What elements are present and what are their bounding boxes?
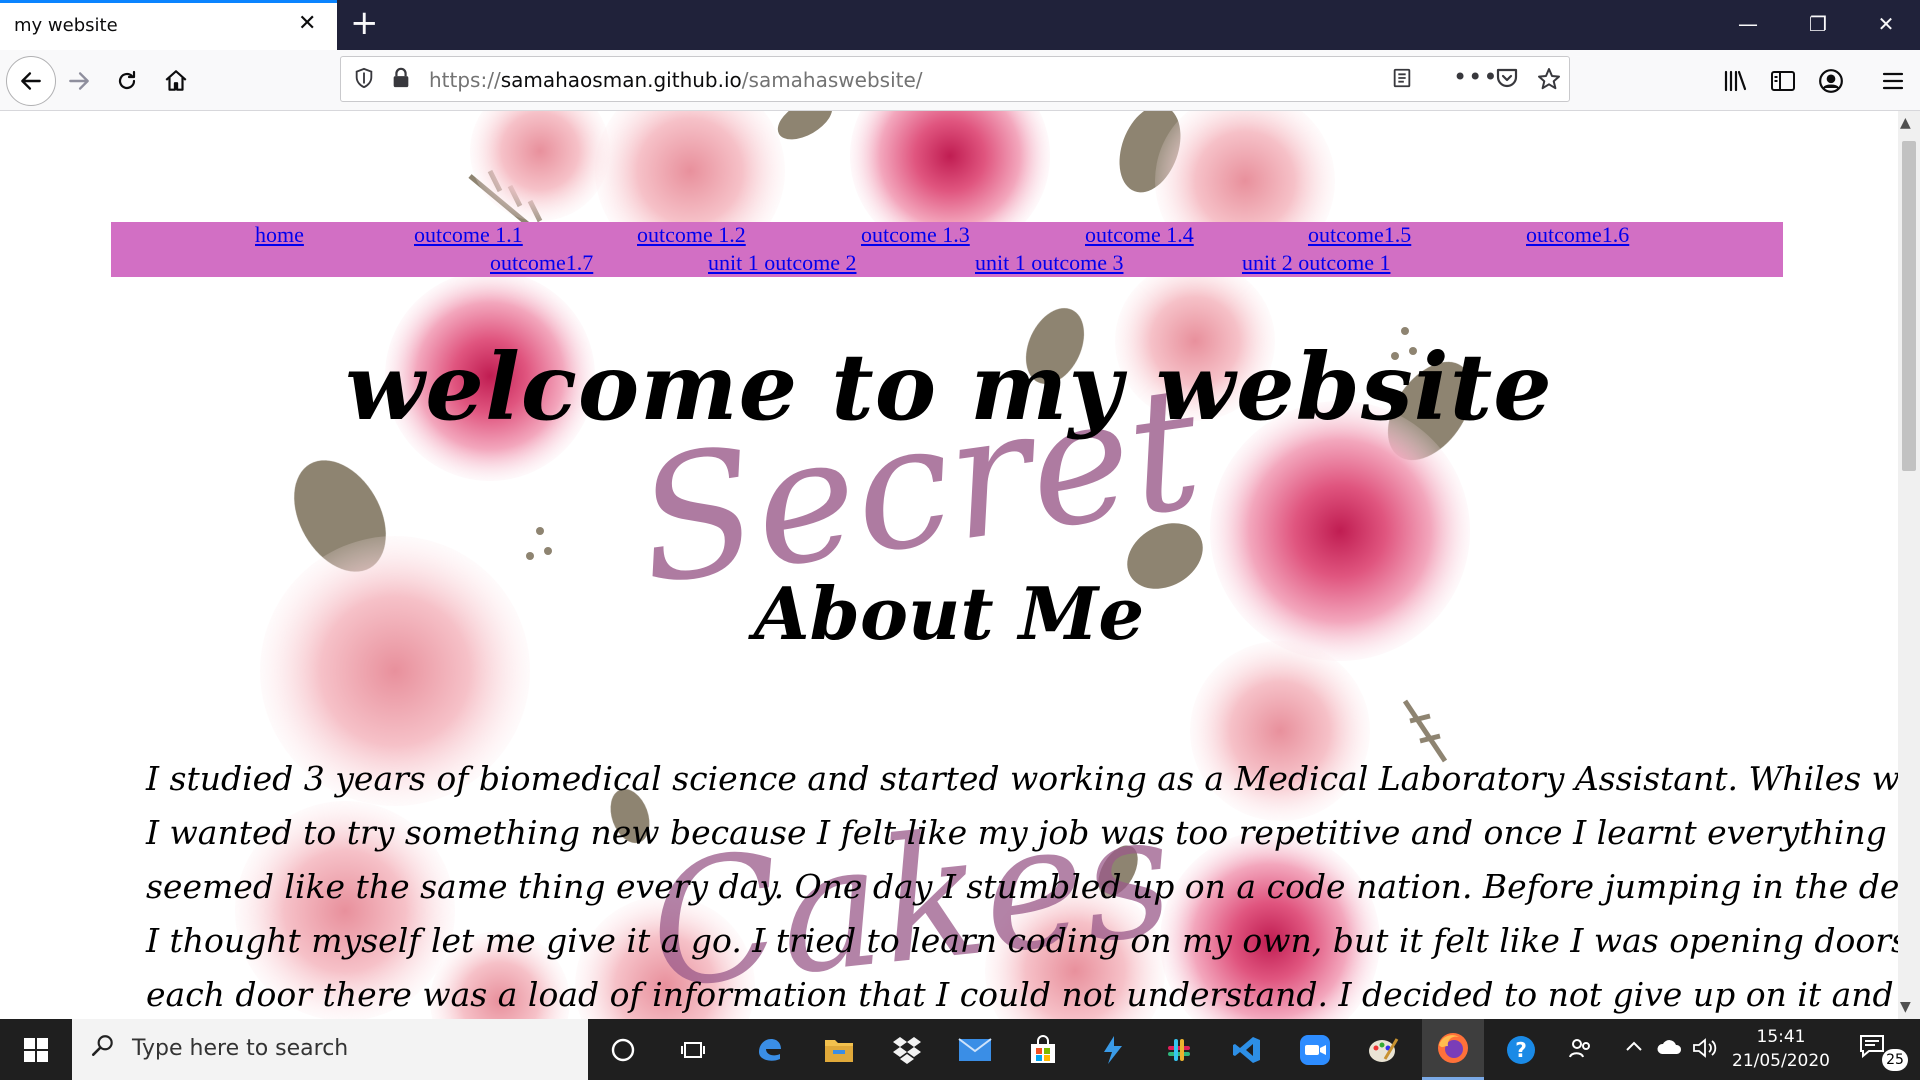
vscode-icon[interactable] bbox=[1226, 1029, 1268, 1071]
scroll-thumb[interactable] bbox=[1902, 141, 1916, 471]
page-title: welcome to my website bbox=[345, 333, 1553, 441]
minimize-button[interactable]: — bbox=[1718, 12, 1778, 36]
tab-title: my website bbox=[14, 15, 118, 36]
svg-text:?: ? bbox=[1515, 1038, 1527, 1062]
scroll-up-icon[interactable]: ▲ bbox=[1900, 115, 1911, 131]
restore-button[interactable]: ❐ bbox=[1788, 12, 1848, 36]
scroll-down-icon[interactable]: ▼ bbox=[1900, 999, 1911, 1015]
tab-my-website[interactable]: my website ✕ bbox=[0, 0, 337, 50]
tab-strip: my website ✕ + — ❐ ✕ bbox=[0, 0, 1920, 50]
paragraph-line: each door there was a load of informatio… bbox=[146, 975, 1898, 1014]
taskbar-firefox-active[interactable] bbox=[1422, 1019, 1484, 1080]
paragraph-line: I thought myself let me give it a go. I … bbox=[146, 921, 1898, 960]
slack-icon[interactable] bbox=[1158, 1029, 1200, 1071]
windows-logo-icon bbox=[24, 1037, 48, 1062]
back-icon bbox=[21, 72, 41, 90]
navigation-toolbar: https://samahaosman.github.io/samahasweb… bbox=[0, 50, 1920, 111]
tab-close-icon[interactable]: ✕ bbox=[298, 13, 316, 35]
about-heading: About Me bbox=[753, 571, 1145, 656]
home-icon bbox=[165, 70, 187, 91]
firefox-icon bbox=[1438, 1033, 1468, 1063]
people-icon[interactable] bbox=[1568, 1037, 1594, 1066]
more-icon[interactable]: ••• bbox=[1453, 63, 1498, 91]
search-icon bbox=[91, 1035, 113, 1056]
close-window-button[interactable]: ✕ bbox=[1856, 12, 1916, 36]
mail-icon[interactable] bbox=[954, 1029, 996, 1071]
back-button[interactable] bbox=[6, 56, 56, 106]
forward-icon bbox=[69, 72, 89, 90]
app-menu-button[interactable] bbox=[1870, 58, 1916, 104]
cortana-icon[interactable] bbox=[602, 1029, 644, 1071]
task-view-icon[interactable] bbox=[672, 1029, 714, 1071]
pocket-icon[interactable] bbox=[1495, 67, 1519, 94]
start-button[interactable] bbox=[0, 1019, 72, 1080]
about-paragraph: I studied 3 years of biomedical science … bbox=[146, 752, 1898, 1019]
file-explorer-icon[interactable] bbox=[818, 1029, 860, 1071]
nav-link-outcome-1-6[interactable]: outcome1.6 bbox=[1526, 222, 1629, 248]
nav-link-unit-1-outcome-2[interactable]: unit 1 outcome 2 bbox=[708, 250, 856, 276]
nav-link-unit-1-outcome-3[interactable]: unit 1 outcome 3 bbox=[975, 250, 1123, 276]
lock-icon[interactable] bbox=[391, 67, 411, 94]
windows-taskbar: Type here to search ? 15:41 21/05/2020 2… bbox=[0, 1019, 1920, 1080]
nav-link-outcome-1-7[interactable]: outcome1.7 bbox=[490, 250, 593, 276]
forward-button[interactable] bbox=[56, 58, 102, 104]
new-tab-button[interactable]: + bbox=[350, 6, 379, 40]
reload-icon bbox=[118, 70, 136, 90]
system-clock[interactable]: 15:41 21/05/2020 bbox=[1726, 1025, 1836, 1073]
page-viewport: Secret Cakes home outcome 1.1 outcome 1.… bbox=[0, 111, 1898, 1019]
zoom-icon[interactable] bbox=[1294, 1029, 1336, 1071]
taskbar-search-box[interactable]: Type here to search bbox=[72, 1019, 588, 1080]
nav-link-outcome-1-4[interactable]: outcome 1.4 bbox=[1085, 222, 1194, 248]
url-text[interactable]: https://samahaosman.github.io/samahasweb… bbox=[429, 68, 923, 92]
paragraph-line: I wanted to try something new because I … bbox=[146, 813, 1898, 852]
paint-icon[interactable] bbox=[1362, 1029, 1404, 1071]
show-hidden-icons-icon[interactable] bbox=[1624, 1037, 1644, 1062]
paragraph-line: I studied 3 years of biomedical science … bbox=[146, 759, 1898, 798]
account-icon bbox=[1819, 69, 1843, 93]
nav-link-outcome-1-5[interactable]: outcome1.5 bbox=[1308, 222, 1411, 248]
dropbox-icon[interactable] bbox=[886, 1029, 928, 1071]
home-button[interactable] bbox=[153, 58, 199, 104]
paragraph-line: seemed like the same thing every day. On… bbox=[146, 867, 1898, 906]
help-icon[interactable]: ? bbox=[1500, 1029, 1542, 1071]
menu-icon bbox=[1882, 72, 1904, 90]
reader-view-icon[interactable] bbox=[1391, 67, 1413, 94]
notification-count-badge: 25 bbox=[1882, 1049, 1908, 1071]
onedrive-icon[interactable] bbox=[1656, 1037, 1684, 1062]
account-button[interactable] bbox=[1808, 58, 1854, 104]
search-placeholder: Type here to search bbox=[132, 1036, 349, 1061]
sidebar-icon bbox=[1771, 71, 1795, 91]
azure-icon[interactable] bbox=[1092, 1029, 1134, 1071]
nav-link-home[interactable]: home bbox=[255, 222, 304, 248]
nav-menu: home outcome 1.1 outcome 1.2 outcome 1.3… bbox=[111, 222, 1783, 277]
bookmark-star-icon[interactable] bbox=[1537, 67, 1561, 96]
nav-link-unit-2-outcome-1[interactable]: unit 2 outcome 1 bbox=[1242, 250, 1390, 276]
store-icon[interactable] bbox=[1022, 1029, 1064, 1071]
nav-link-outcome-1-1[interactable]: outcome 1.1 bbox=[414, 222, 523, 248]
clock-date: 21/05/2020 bbox=[1732, 1051, 1830, 1071]
library-icon bbox=[1724, 70, 1747, 92]
library-button[interactable] bbox=[1712, 58, 1758, 104]
reload-button[interactable] bbox=[104, 58, 150, 104]
shield-icon[interactable] bbox=[353, 67, 375, 94]
url-bar[interactable]: https://samahaosman.github.io/samahasweb… bbox=[340, 56, 1570, 102]
nav-link-outcome-1-2[interactable]: outcome 1.2 bbox=[637, 222, 746, 248]
edge-icon[interactable] bbox=[748, 1029, 790, 1071]
nav-link-outcome-1-3[interactable]: outcome 1.3 bbox=[861, 222, 970, 248]
page-scrollbar[interactable]: ▲ ▼ bbox=[1898, 111, 1920, 1019]
clock-time: 15:41 bbox=[1756, 1027, 1806, 1047]
volume-icon[interactable] bbox=[1692, 1037, 1718, 1064]
sidebar-button[interactable] bbox=[1760, 58, 1806, 104]
